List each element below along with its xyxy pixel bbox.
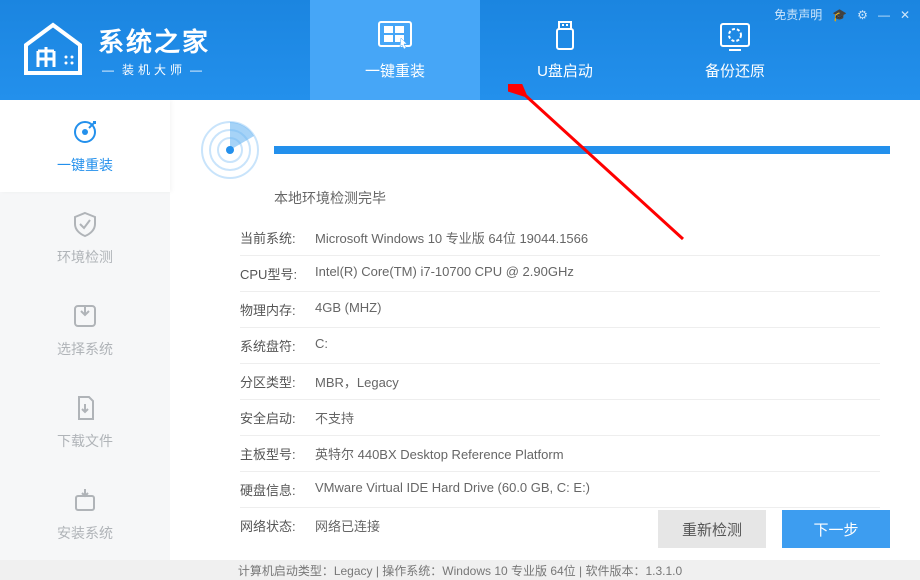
info-label: 当前系统: bbox=[240, 228, 315, 247]
usb-drive-icon bbox=[545, 20, 585, 52]
info-value: MBR，Legacy bbox=[315, 372, 880, 391]
info-row-motherboard: 主板型号:英特尔 440BX Desktop Reference Platfor… bbox=[240, 436, 880, 472]
app-subtitle: 装机大师 bbox=[98, 61, 210, 78]
sidebar-item-label: 下载文件 bbox=[57, 431, 113, 451]
info-label: 网络状态: bbox=[240, 516, 315, 535]
settings-icon[interactable]: ⚙ bbox=[857, 8, 868, 22]
tab-label: 备份还原 bbox=[705, 60, 765, 81]
info-row-drive-letter: 系统盘符:C: bbox=[240, 328, 880, 364]
progress-bar bbox=[274, 146, 890, 154]
title-bar-controls: 免责声明 🎓 ⚙ — ✕ bbox=[774, 6, 910, 23]
sidebar-item-label: 选择系统 bbox=[57, 339, 113, 359]
nav-tabs: 一键重装 U盘启动 备份还原 bbox=[310, 0, 820, 100]
sidebar: 一键重装 环境检测 选择系统 下载文件 安装系统 bbox=[0, 100, 170, 560]
info-label: 硬盘信息: bbox=[240, 480, 315, 499]
install-box-icon bbox=[70, 485, 100, 515]
info-value: Intel(R) Core(TM) i7-10700 CPU @ 2.90GHz bbox=[315, 264, 880, 283]
app-logo-icon bbox=[18, 21, 88, 79]
target-icon bbox=[70, 117, 100, 147]
tab-usb-boot[interactable]: U盘启动 bbox=[480, 0, 650, 100]
status-bar-text: 计算机启动类型：Legacy | 操作系统：Windows 10 专业版 64位… bbox=[238, 562, 682, 579]
logo-area: 系统之家 装机大师 bbox=[0, 21, 310, 79]
info-value: 4GB (MHZ) bbox=[315, 300, 880, 319]
info-value: C: bbox=[315, 336, 880, 355]
sidebar-item-env-check[interactable]: 环境检测 bbox=[0, 192, 170, 284]
info-label: 分区类型: bbox=[240, 372, 315, 391]
app-title: 系统之家 bbox=[98, 22, 210, 59]
sidebar-item-reinstall[interactable]: 一键重装 bbox=[0, 100, 170, 192]
shield-check-icon bbox=[70, 209, 100, 239]
info-label: 安全启动: bbox=[240, 408, 315, 427]
graduate-icon[interactable]: 🎓 bbox=[832, 8, 847, 22]
info-label: 系统盘符: bbox=[240, 336, 315, 355]
header: 系统之家 装机大师 一键重装 U盘启动 备份还原 免责声明 🎓 ⚙ — ✕ bbox=[0, 0, 920, 100]
next-button[interactable]: 下一步 bbox=[782, 510, 890, 548]
minimize-button[interactable]: — bbox=[878, 8, 890, 22]
sidebar-item-label: 安装系统 bbox=[57, 523, 113, 543]
main-panel: 本地环境检测完毕 当前系统:Microsoft Windows 10 专业版 6… bbox=[170, 100, 920, 560]
backup-icon bbox=[715, 20, 755, 52]
system-info-list: 当前系统:Microsoft Windows 10 专业版 64位 19044.… bbox=[240, 220, 880, 543]
recheck-button[interactable]: 重新检测 bbox=[658, 510, 766, 548]
info-label: CPU型号: bbox=[240, 264, 315, 283]
progress-status-text: 本地环境检测完毕 bbox=[274, 188, 890, 208]
sidebar-item-download[interactable]: 下载文件 bbox=[0, 376, 170, 468]
info-row-partition: 分区类型:MBR，Legacy bbox=[240, 364, 880, 400]
download-file-icon bbox=[70, 393, 100, 423]
status-bar: 计算机启动类型：Legacy | 操作系统：Windows 10 专业版 64位… bbox=[0, 560, 920, 580]
info-row-cpu: CPU型号:Intel(R) Core(TM) i7-10700 CPU @ 2… bbox=[240, 256, 880, 292]
info-value: VMware Virtual IDE Hard Drive (60.0 GB, … bbox=[315, 480, 880, 499]
tab-label: U盘启动 bbox=[537, 60, 593, 81]
info-value: 英特尔 440BX Desktop Reference Platform bbox=[315, 444, 880, 463]
sidebar-item-select-system[interactable]: 选择系统 bbox=[0, 284, 170, 376]
progress-row bbox=[200, 120, 890, 180]
sidebar-item-install[interactable]: 安装系统 bbox=[0, 468, 170, 560]
info-row-memory: 物理内存:4GB (MHZ) bbox=[240, 292, 880, 328]
action-buttons: 重新检测 下一步 bbox=[658, 510, 890, 548]
info-value: Microsoft Windows 10 专业版 64位 19044.1566 bbox=[315, 228, 880, 247]
sidebar-item-label: 环境检测 bbox=[57, 247, 113, 267]
sidebar-item-label: 一键重装 bbox=[57, 155, 113, 175]
radar-icon bbox=[200, 120, 260, 180]
info-row-secure-boot: 安全启动:不支持 bbox=[240, 400, 880, 436]
tab-label: 一键重装 bbox=[365, 60, 425, 81]
info-row-disk: 硬盘信息:VMware Virtual IDE Hard Drive (60.0… bbox=[240, 472, 880, 508]
select-icon bbox=[70, 301, 100, 331]
disclaimer-link[interactable]: 免责声明 bbox=[774, 6, 822, 23]
info-value: 不支持 bbox=[315, 408, 880, 427]
close-button[interactable]: ✕ bbox=[900, 8, 910, 22]
windows-cursor-icon bbox=[375, 20, 415, 52]
info-label: 主板型号: bbox=[240, 444, 315, 463]
info-row-os: 当前系统:Microsoft Windows 10 专业版 64位 19044.… bbox=[240, 220, 880, 256]
info-label: 物理内存: bbox=[240, 300, 315, 319]
tab-one-click-reinstall[interactable]: 一键重装 bbox=[310, 0, 480, 100]
